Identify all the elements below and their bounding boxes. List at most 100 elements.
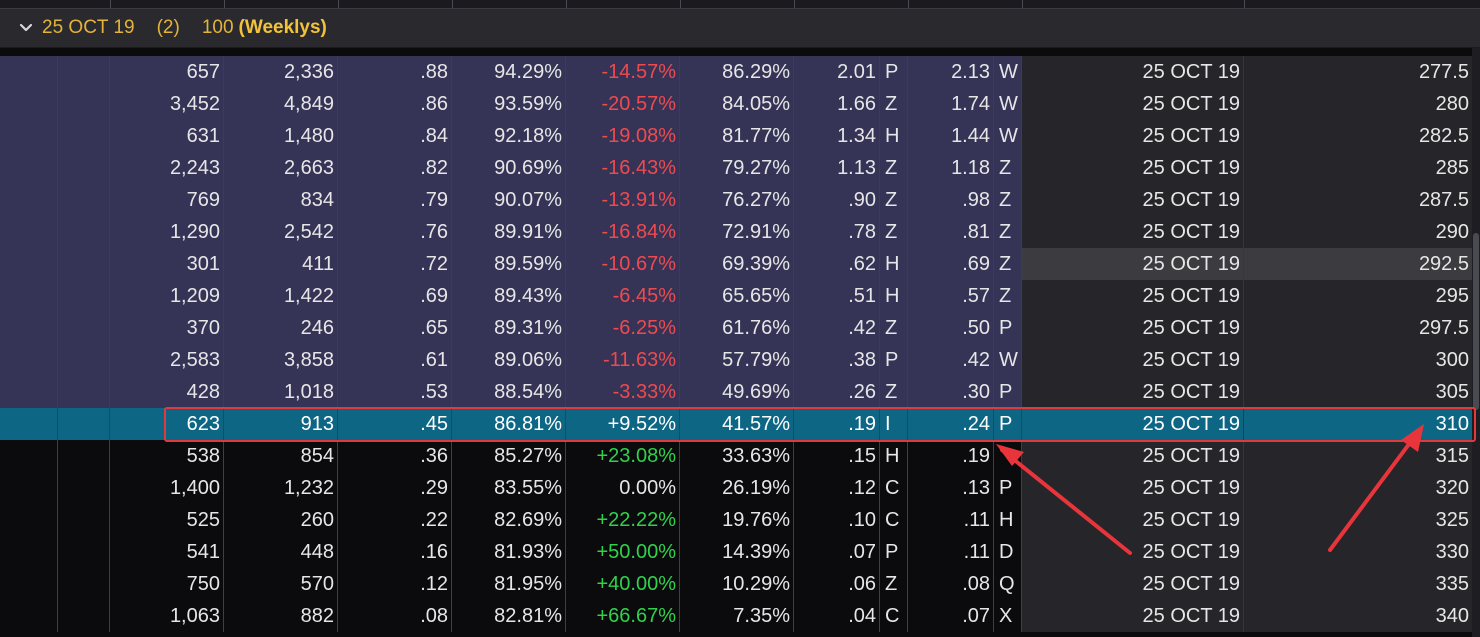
open-interest-cell[interactable]: 913 <box>224 408 338 440</box>
bid-exchange-cell[interactable]: Z <box>880 216 908 248</box>
option-row[interactable]: 2,583 3,858.61 89.06% -11.63% 57.79% .38 P .42 W… <box>0 344 1480 376</box>
strike-cell[interactable]: 330 <box>1244 536 1472 568</box>
net-change-pct-cell[interactable]: +9.52% <box>566 408 680 440</box>
option-row[interactable]: 370 246.65 89.31% -6.25% 61.76% .42 Z .50 P 25 OC… <box>0 312 1480 344</box>
bid-cell[interactable]: .12 <box>794 472 880 504</box>
spacer-cell[interactable] <box>0 536 58 568</box>
open-interest-cell[interactable]: 2,336 <box>224 56 338 88</box>
expiration-group-header[interactable]: 25 OCT 19 (2) 100 (Weeklys) <box>0 9 1480 48</box>
option-row[interactable]: 750 570.12 81.95% +40.00% 10.29% .06 Z .08 Q 25 O… <box>0 568 1480 600</box>
spacer-cell[interactable] <box>58 504 110 536</box>
ask-exchange-cell[interactable]: P <box>994 376 1022 408</box>
spacer-cell[interactable] <box>0 440 58 472</box>
expiration-cell[interactable]: 25 OCT 19 <box>1022 536 1244 568</box>
delta-cell[interactable]: .79 <box>338 184 452 216</box>
option-row[interactable]: 538 854.36 85.27% +23.08% 33.63% .15 H .19 25 OC… <box>0 440 1480 472</box>
expiration-cell[interactable]: 25 OCT 19 <box>1022 408 1244 440</box>
open-interest-cell[interactable]: 260 <box>224 504 338 536</box>
column-resize-handle[interactable] <box>452 0 453 8</box>
delta-cell[interactable]: .69 <box>338 280 452 312</box>
expiration-cell[interactable]: 25 OCT 19 <box>1022 184 1244 216</box>
spacer-cell[interactable] <box>58 280 110 312</box>
prob-otm-cell[interactable]: 82.81% <box>452 600 566 632</box>
ask-exchange-cell[interactable]: Z <box>994 248 1022 280</box>
volume-cell[interactable]: 2,583 <box>110 344 224 376</box>
column-resize-handle[interactable] <box>680 0 681 8</box>
spacer-cell[interactable] <box>0 600 58 632</box>
option-row[interactable]: 2,243 2,663.82 90.69% -16.43% 79.27% 1.13 Z 1.1… <box>0 152 1480 184</box>
ask-cell[interactable]: .57 <box>908 280 994 312</box>
spacer-cell[interactable] <box>58 248 110 280</box>
prob-itm-cell[interactable]: 84.05% <box>680 88 794 120</box>
spacer-cell[interactable] <box>58 376 110 408</box>
net-change-pct-cell[interactable]: -16.43% <box>566 152 680 184</box>
delta-cell[interactable]: .08 <box>338 600 452 632</box>
expiration-cell[interactable]: 25 OCT 19 <box>1022 216 1244 248</box>
prob-otm-cell[interactable]: 92.18% <box>452 120 566 152</box>
prob-otm-cell[interactable]: 86.81% <box>452 408 566 440</box>
prob-itm-cell[interactable]: 61.76% <box>680 312 794 344</box>
volume-cell[interactable]: 370 <box>110 312 224 344</box>
spacer-cell[interactable] <box>58 600 110 632</box>
spacer-cell[interactable] <box>0 56 58 88</box>
bid-cell[interactable]: .42 <box>794 312 880 344</box>
strike-cell[interactable]: 335 <box>1244 568 1472 600</box>
prob-otm-cell[interactable]: 90.07% <box>452 184 566 216</box>
open-interest-cell[interactable]: 4,849 <box>224 88 338 120</box>
ask-exchange-cell[interactable]: W <box>994 56 1022 88</box>
volume-cell[interactable]: 750 <box>110 568 224 600</box>
option-row[interactable]: 769 834.79 90.07% -13.91% 76.27% .90 Z .98 Z 25 O… <box>0 184 1480 216</box>
prob-itm-cell[interactable]: 72.91% <box>680 216 794 248</box>
strike-cell[interactable]: 297.5 <box>1244 312 1472 344</box>
prob-otm-cell[interactable]: 88.54% <box>452 376 566 408</box>
spacer-cell[interactable] <box>0 344 58 376</box>
prob-otm-cell[interactable]: 85.27% <box>452 440 566 472</box>
column-resize-handle[interactable] <box>224 0 225 8</box>
expiration-cell[interactable]: 25 OCT 19 <box>1022 440 1244 472</box>
bid-exchange-cell[interactable]: Z <box>880 376 908 408</box>
bid-exchange-cell[interactable]: I <box>880 408 908 440</box>
volume-cell[interactable]: 541 <box>110 536 224 568</box>
volume-cell[interactable]: 1,063 <box>110 600 224 632</box>
column-resize-handle[interactable] <box>110 0 111 8</box>
delta-cell[interactable]: .61 <box>338 344 452 376</box>
ask-exchange-cell[interactable]: Q <box>994 568 1022 600</box>
prob-itm-cell[interactable]: 49.69% <box>680 376 794 408</box>
strike-cell[interactable]: 282.5 <box>1244 120 1472 152</box>
expiration-cell[interactable]: 25 OCT 19 <box>1022 248 1244 280</box>
ask-exchange-cell[interactable]: Z <box>994 184 1022 216</box>
prob-otm-cell[interactable]: 81.95% <box>452 568 566 600</box>
strike-cell[interactable]: 300 <box>1244 344 1472 376</box>
net-change-pct-cell[interactable]: +50.00% <box>566 536 680 568</box>
bid-exchange-cell[interactable]: P <box>880 56 908 88</box>
column-resize-handle[interactable] <box>908 0 909 8</box>
option-row[interactable]: 301 411.72 89.59% -10.67% 69.39% .62 H .69 Z 25 O… <box>0 248 1480 280</box>
spacer-cell[interactable] <box>58 440 110 472</box>
open-interest-cell[interactable]: 834 <box>224 184 338 216</box>
ask-cell[interactable]: .98 <box>908 184 994 216</box>
delta-cell[interactable]: .86 <box>338 88 452 120</box>
open-interest-cell[interactable]: 882 <box>224 600 338 632</box>
spacer-cell[interactable] <box>58 472 110 504</box>
strike-cell[interactable]: 285 <box>1244 152 1472 184</box>
spacer-cell[interactable] <box>0 248 58 280</box>
bid-exchange-cell[interactable]: C <box>880 504 908 536</box>
open-interest-cell[interactable]: 2,663 <box>224 152 338 184</box>
net-change-pct-cell[interactable]: -10.67% <box>566 248 680 280</box>
bid-exchange-cell[interactable]: H <box>880 440 908 472</box>
volume-cell[interactable]: 769 <box>110 184 224 216</box>
prob-itm-cell[interactable]: 65.65% <box>680 280 794 312</box>
prob-itm-cell[interactable]: 19.76% <box>680 504 794 536</box>
ask-cell[interactable]: 1.18 <box>908 152 994 184</box>
net-change-pct-cell[interactable]: 0.00% <box>566 472 680 504</box>
option-row[interactable]: 541 448.16 81.93% +50.00% 14.39% .07 P .11 D 25 O… <box>0 536 1480 568</box>
option-row[interactable]: 631 1,480.84 92.18% -19.08% 81.77% 1.34 H 1.44 W… <box>0 120 1480 152</box>
strike-cell[interactable]: 340 <box>1244 600 1472 632</box>
prob-otm-cell[interactable]: 83.55% <box>452 472 566 504</box>
column-resize-handle[interactable] <box>1244 0 1245 8</box>
option-row[interactable]: 525 260.22 82.69% +22.22% 19.76% .10 C .11 H 25 O… <box>0 504 1480 536</box>
expiration-cell[interactable]: 25 OCT 19 <box>1022 504 1244 536</box>
open-interest-cell[interactable]: 1,018 <box>224 376 338 408</box>
strike-cell[interactable]: 290 <box>1244 216 1472 248</box>
strike-cell[interactable]: 305 <box>1244 376 1472 408</box>
